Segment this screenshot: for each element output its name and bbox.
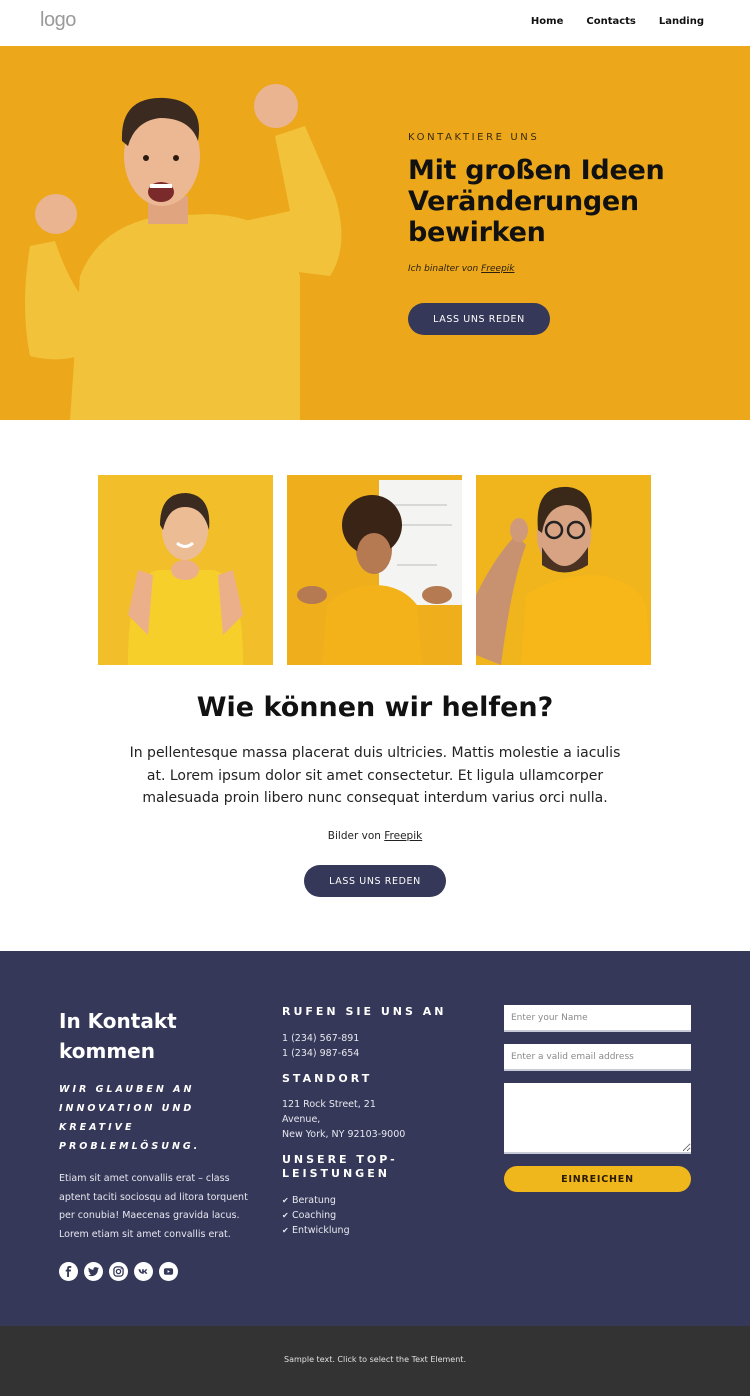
service-label: Beratung bbox=[292, 1195, 336, 1206]
hero-section: KONTAKTIERE UNS Mit großen Ideen Verände… bbox=[0, 46, 750, 420]
hero-text: KONTAKTIERE UNS Mit großen Ideen Verände… bbox=[408, 132, 728, 335]
services-list: ✔ Beratung ✔ Coaching ✔ Entwicklung bbox=[282, 1193, 472, 1238]
nav-landing[interactable]: Landing bbox=[659, 16, 704, 27]
twitter-icon[interactable] bbox=[84, 1262, 103, 1281]
phone-list: 1 (234) 567-891 1 (234) 987-654 bbox=[282, 1031, 472, 1061]
main-nav: Home Contacts Landing bbox=[531, 16, 704, 27]
check-icon: ✔ bbox=[282, 1211, 289, 1220]
facebook-icon[interactable] bbox=[59, 1262, 78, 1281]
help-body: In pellentesque massa placerat duis ultr… bbox=[129, 745, 621, 806]
footer-text[interactable]: Sample text. Click to select the Text El… bbox=[0, 1355, 750, 1364]
hero-image bbox=[0, 46, 390, 420]
hero-freepik-link[interactable]: Freepik bbox=[481, 264, 514, 274]
image-gallery bbox=[98, 475, 651, 665]
services-heading: UNSERE TOP-LEISTUNGEN bbox=[282, 1153, 398, 1180]
address: 121 Rock Street, 21 Avenue, New York, NY… bbox=[282, 1097, 472, 1142]
address-line-3: New York, NY 92103-9000 bbox=[282, 1129, 406, 1140]
submit-button[interactable]: EINREICHEN bbox=[504, 1166, 691, 1192]
service-item: ✔ Beratung bbox=[282, 1193, 472, 1208]
contact-section: In Kontakt kommen WIR GLAUBEN AN INNOVAT… bbox=[0, 951, 750, 1326]
nav-home[interactable]: Home bbox=[531, 16, 563, 27]
location-heading: STANDORT bbox=[282, 1072, 373, 1085]
message-textarea[interactable] bbox=[504, 1083, 691, 1154]
service-label: Entwicklung bbox=[292, 1225, 350, 1236]
email-input[interactable] bbox=[504, 1044, 691, 1071]
service-item: ✔ Coaching bbox=[282, 1208, 472, 1223]
phone-1[interactable]: 1 (234) 567-891 bbox=[282, 1031, 472, 1046]
youtube-icon[interactable] bbox=[159, 1262, 178, 1281]
vk-icon[interactable] bbox=[134, 1262, 153, 1281]
address-line-2: Avenue, bbox=[282, 1114, 321, 1125]
contact-form: EINREICHEN bbox=[504, 1005, 691, 1192]
help-credit: Bilder von Freepik bbox=[0, 830, 750, 842]
hero-cta-button[interactable]: LASS UNS REDEN bbox=[408, 303, 550, 335]
address-line-1: 121 Rock Street, 21 bbox=[282, 1099, 376, 1110]
site-header: logo Home Contacts Landing bbox=[0, 0, 750, 46]
gallery-image-1 bbox=[98, 475, 273, 665]
contact-title: In Kontakt kommen bbox=[59, 1009, 177, 1063]
gallery-image-2 bbox=[287, 475, 462, 665]
hero-title: Mit großen Ideen Veränderungen bewirken bbox=[408, 155, 665, 248]
help-freepik-link[interactable]: Freepik bbox=[384, 830, 422, 842]
check-icon: ✔ bbox=[282, 1196, 289, 1205]
service-item: ✔ Entwicklung bbox=[282, 1223, 472, 1238]
contact-details: RUFEN SIE UNS AN 1 (234) 567-891 1 (234)… bbox=[282, 1005, 472, 1238]
help-credit-prefix: Bilder von bbox=[327, 830, 385, 842]
contact-body: Etiam sit amet convallis erat – class ap… bbox=[59, 1173, 248, 1240]
instagram-icon[interactable] bbox=[109, 1262, 128, 1281]
check-icon: ✔ bbox=[282, 1226, 289, 1235]
help-title: Wie können wir helfen? bbox=[196, 692, 554, 723]
phone-2[interactable]: 1 (234) 987-654 bbox=[282, 1046, 472, 1061]
hero-credit: Ich binalter von Freepik bbox=[408, 264, 728, 274]
hero-kicker: KONTAKTIERE UNS bbox=[408, 132, 540, 143]
contact-tagline: WIR GLAUBEN AN INNOVATION UND KREATIVE P… bbox=[59, 1084, 201, 1152]
hero-credit-prefix: Ich binalter von bbox=[408, 264, 482, 274]
nav-contacts[interactable]: Contacts bbox=[586, 16, 636, 27]
name-input[interactable] bbox=[504, 1005, 691, 1032]
call-heading: RUFEN SIE UNS AN bbox=[282, 1005, 447, 1018]
service-label: Coaching bbox=[292, 1210, 337, 1221]
help-cta-button[interactable]: LASS UNS REDEN bbox=[304, 865, 446, 897]
gallery-image-3 bbox=[476, 475, 651, 665]
logo[interactable]: logo bbox=[40, 9, 76, 32]
contact-intro: In Kontakt kommen WIR GLAUBEN AN INNOVAT… bbox=[59, 1006, 259, 1281]
site-footer: Sample text. Click to select the Text El… bbox=[0, 1326, 750, 1396]
social-links bbox=[59, 1262, 259, 1281]
